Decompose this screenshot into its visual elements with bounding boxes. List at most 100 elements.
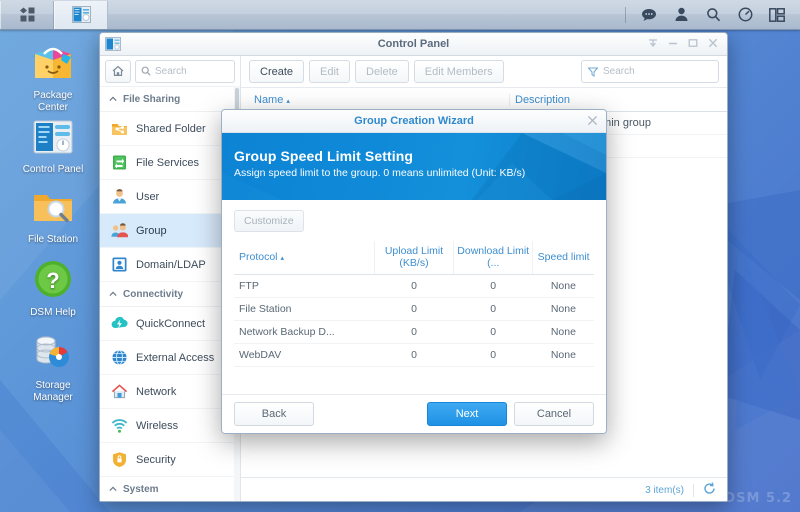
desktop-icon-file-station[interactable]: File Station xyxy=(14,182,92,246)
control-panel-sidebar: Search File Sharing Shared Folder File S… xyxy=(100,56,241,501)
package-center-icon xyxy=(29,38,77,86)
minimize-window-button[interactable] xyxy=(667,38,678,51)
column-header-name-label: Name xyxy=(254,93,284,106)
quickconnect-icon xyxy=(111,315,128,332)
table-row[interactable]: FTP 0 0 None xyxy=(234,274,594,298)
sidebar-search-input[interactable]: Search xyxy=(135,59,235,83)
sidebar-group-label: Connectivity xyxy=(123,288,184,300)
desktop: Package Center Control Panel File Statio… xyxy=(0,0,800,512)
speed-limit-table: Protocol ▴ Upload Limit (KB/s) Download … xyxy=(234,241,594,367)
divider xyxy=(693,483,694,497)
table-row[interactable]: File Station 0 0 None xyxy=(234,297,594,321)
wizard-subheading: Assign speed limit to the group. 0 means… xyxy=(234,167,526,179)
upload-limit-cell: 0 xyxy=(374,297,454,321)
pin-window-button[interactable] xyxy=(647,38,658,51)
notifications-icon[interactable] xyxy=(634,1,664,29)
desktop-icon-storage-manager[interactable]: Storage Manager xyxy=(14,328,92,404)
upload-limit-cell: 0 xyxy=(374,343,454,367)
chevron-up-icon xyxy=(109,291,117,297)
domain-ldap-icon xyxy=(111,256,128,273)
sidebar-item-quickconnect[interactable]: QuickConnect xyxy=(100,307,240,341)
table-row[interactable]: Network Backup D... 0 0 None xyxy=(234,320,594,344)
protocol-cell: Network Backup D... xyxy=(234,320,375,344)
wizard-heading: Group Speed Limit Setting xyxy=(234,148,414,164)
next-button[interactable]: Next xyxy=(427,402,507,426)
group-search-input[interactable]: Search xyxy=(581,60,719,83)
sidebar-item-domain-ldap[interactable]: Domain/LDAP xyxy=(100,248,240,282)
sidebar-item-external-access[interactable]: External Access xyxy=(100,341,240,375)
wizard-titlebar[interactable]: Group Creation Wizard xyxy=(222,110,606,133)
sidebar-group-label: File Sharing xyxy=(123,93,181,105)
upload-limit-cell: 0 xyxy=(374,320,454,344)
sidebar-group-file-sharing[interactable]: File Sharing xyxy=(100,87,240,112)
column-header-speed-limit[interactable]: Speed limit xyxy=(532,241,594,275)
sidebar-item-label: External Access xyxy=(136,351,215,364)
edit-button[interactable]: Edit xyxy=(309,60,350,83)
table-row[interactable]: WebDAV 0 0 None xyxy=(234,343,594,367)
desktop-icon-package-center[interactable]: Package Center xyxy=(14,38,92,114)
sidebar-group-system[interactable]: System xyxy=(100,477,240,501)
sidebar-item-network[interactable]: Network xyxy=(100,375,240,409)
desktop-icon-control-panel[interactable]: Control Panel xyxy=(14,112,92,176)
download-limit-cell: 0 xyxy=(453,320,533,344)
storage-manager-icon xyxy=(29,328,77,376)
desktop-icon-dsm-help[interactable]: ? DSM Help xyxy=(14,255,92,319)
edit-members-button[interactable]: Edit Members xyxy=(413,60,504,83)
column-header-protocol[interactable]: Protocol ▴ xyxy=(234,241,375,275)
chevron-up-icon xyxy=(109,96,117,102)
group-list-status-bar: 3 item(s) xyxy=(241,477,727,501)
sidebar-item-security[interactable]: Security xyxy=(100,443,240,477)
sidebar-search-placeholder: Search xyxy=(155,65,187,77)
user-account-icon[interactable] xyxy=(666,1,696,29)
speed-limit-table-header: Protocol ▴ Upload Limit (KB/s) Download … xyxy=(234,241,594,275)
column-header-name[interactable]: Name ▴ xyxy=(241,94,509,106)
item-count-label: 3 item(s) xyxy=(645,484,684,496)
maximize-window-button[interactable] xyxy=(687,38,698,51)
main-menu-button[interactable] xyxy=(0,0,54,29)
desktop-icon-label: Package xyxy=(33,90,73,101)
sidebar-group-connectivity[interactable]: Connectivity xyxy=(100,282,240,307)
sidebar-home-button[interactable] xyxy=(105,59,131,83)
shared-folder-icon xyxy=(111,120,128,137)
widgets-icon[interactable] xyxy=(762,1,792,29)
protocol-cell: FTP xyxy=(234,274,375,298)
desktop-icon-label: Control Panel xyxy=(22,164,84,175)
sidebar-item-label: Shared Folder xyxy=(136,122,206,135)
create-button[interactable]: Create xyxy=(249,60,305,83)
column-header-description[interactable]: Description xyxy=(509,93,727,106)
watermark: DSM 5.2 xyxy=(724,491,792,506)
wireless-icon xyxy=(111,417,128,434)
delete-button[interactable]: Delete xyxy=(355,60,409,83)
sidebar-group-label: System xyxy=(123,483,159,495)
control-panel-titlebar[interactable]: Control Panel xyxy=(100,33,727,56)
close-window-button[interactable] xyxy=(707,38,718,51)
download-limit-cell: 0 xyxy=(453,297,533,321)
column-header-upload-limit[interactable]: Upload Limit (KB/s) xyxy=(373,241,454,275)
taskbar-item-control-panel[interactable] xyxy=(54,0,108,29)
cancel-button[interactable]: Cancel xyxy=(514,402,594,426)
taskbar xyxy=(0,0,800,30)
search-icon[interactable] xyxy=(698,1,728,29)
sidebar-item-label: Wireless xyxy=(136,419,179,432)
wizard-hero-banner: Group Speed Limit Setting Assign speed l… xyxy=(222,133,606,200)
download-limit-cell: 0 xyxy=(453,274,533,298)
resource-monitor-icon[interactable] xyxy=(730,1,760,29)
refresh-icon[interactable] xyxy=(703,482,716,498)
sort-ascending-icon: ▴ xyxy=(286,97,290,105)
sidebar-item-wireless[interactable]: Wireless xyxy=(100,409,240,443)
svg-text:?: ? xyxy=(46,268,59,293)
sort-ascending-icon: ▴ xyxy=(280,255,284,262)
close-icon[interactable] xyxy=(587,115,598,128)
sidebar-item-label: QuickConnect xyxy=(136,317,206,330)
sidebar-item-shared-folder[interactable]: Shared Folder xyxy=(100,112,240,146)
group-toolbar: Create Edit Delete Edit Members Search xyxy=(241,56,727,88)
column-header-download-limit[interactable]: Download Limit (... xyxy=(453,241,533,275)
sidebar-item-file-services[interactable]: File Services xyxy=(100,146,240,180)
protocol-cell: File Station xyxy=(234,297,375,321)
back-button[interactable]: Back xyxy=(234,402,314,426)
sidebar-item-user[interactable]: User xyxy=(100,180,240,214)
sidebar-item-group[interactable]: Group xyxy=(100,214,240,248)
customize-button[interactable]: Customize xyxy=(234,210,304,232)
control-panel-icon xyxy=(29,112,77,160)
sidebar-item-label: User xyxy=(136,190,160,203)
